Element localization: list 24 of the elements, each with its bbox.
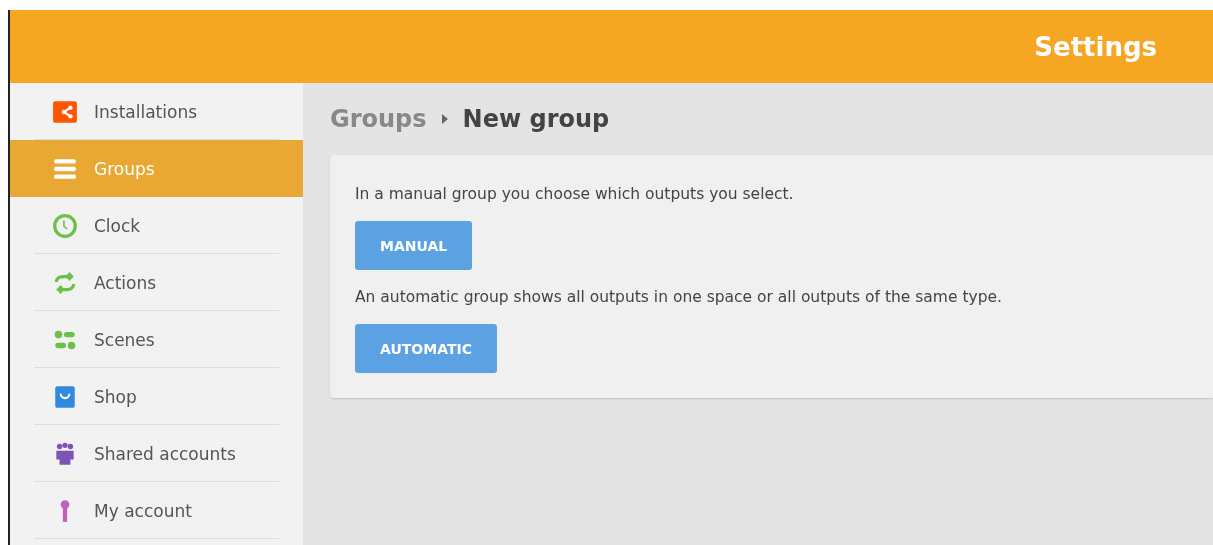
sidebar-item[interactable]: Actions bbox=[10, 254, 303, 311]
sidebar-label: Installations bbox=[94, 101, 197, 122]
repeat-icon bbox=[52, 269, 78, 296]
sidebar-label: My account bbox=[94, 500, 192, 521]
page-title: Settings bbox=[1034, 31, 1157, 62]
sidebar-item[interactable]: Shop bbox=[10, 368, 303, 425]
sidebar-label: Actions bbox=[94, 272, 157, 293]
description-text: In a manual group you choose which outputs you select. bbox=[355, 185, 795, 203]
sidebar-item[interactable]: Scenes bbox=[10, 311, 303, 368]
bag-icon bbox=[52, 383, 78, 410]
share-icon bbox=[52, 98, 78, 125]
sidebar-label: Clock bbox=[94, 215, 141, 236]
caret-icon bbox=[440, 113, 449, 125]
sidebar-label: Shared accounts bbox=[94, 443, 236, 464]
sidebar-item[interactable]: Shared accounts bbox=[10, 425, 303, 482]
breadcrumb-current: New group bbox=[462, 105, 610, 133]
sidebar-item[interactable]: Clock bbox=[10, 197, 303, 254]
sidebar-label: Shop bbox=[94, 386, 137, 407]
sidebar-item[interactable]: My account bbox=[10, 482, 303, 539]
sidebar-label: Scenes bbox=[94, 329, 155, 350]
sidebar-label: Groups bbox=[94, 158, 155, 179]
sidebar-item[interactable]: Installations bbox=[10, 83, 303, 140]
clock-icon bbox=[52, 212, 78, 239]
description-text: An automatic group shows all outputs in one space or all outputs of the same type. bbox=[355, 288, 1003, 306]
